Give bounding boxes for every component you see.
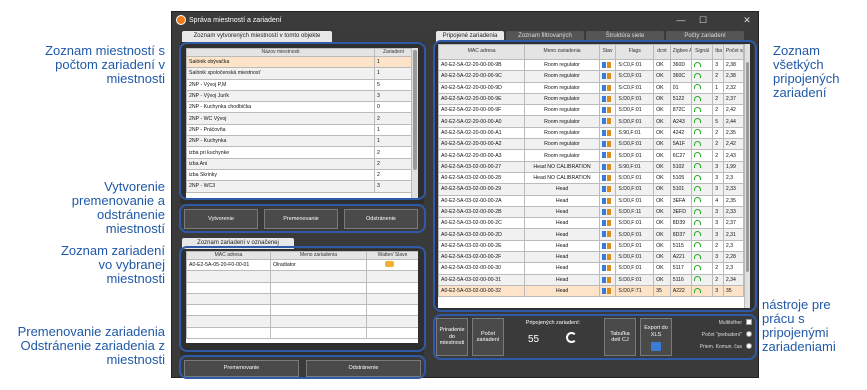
close-button[interactable]: ✕	[736, 12, 758, 29]
maximize-button[interactable]: ☐	[692, 12, 714, 29]
note-tools: nástroje pre prácu s pripojenými zariade…	[762, 297, 836, 354]
room-list-highlight	[179, 42, 426, 200]
note-connected-list: Zoznam všetkých pripojených zariadení	[773, 43, 840, 100]
note-room-devices: Zoznam zariadení vo vybranej miestnosti	[60, 243, 165, 286]
tools-highlight	[433, 314, 757, 360]
title-bar: Správa miestností a zariadení — ☐ ✕	[172, 12, 758, 29]
connected-list-highlight	[433, 40, 757, 312]
room-actions-highlight	[179, 204, 426, 233]
note-room-actions: Vytvorenie premenovanie a odstránenie mi…	[71, 179, 165, 236]
tab-room-list[interactable]: Zoznam vytvorených miestností v tomto ob…	[182, 31, 332, 42]
note-device-actions: Premenovanie zariadenia Odstránenie zari…	[17, 324, 165, 367]
window-title: Správa miestností a zariadení	[189, 17, 282, 24]
app-icon	[176, 15, 186, 25]
main-window: Správa miestností a zariadení — ☐ ✕ Zozn…	[171, 11, 759, 379]
note-room-list: Zoznam miestností s počtom zariadení v m…	[45, 43, 165, 86]
room-devices-highlight	[179, 246, 426, 352]
minimize-button[interactable]: —	[670, 12, 692, 29]
device-actions-highlight	[179, 355, 426, 379]
